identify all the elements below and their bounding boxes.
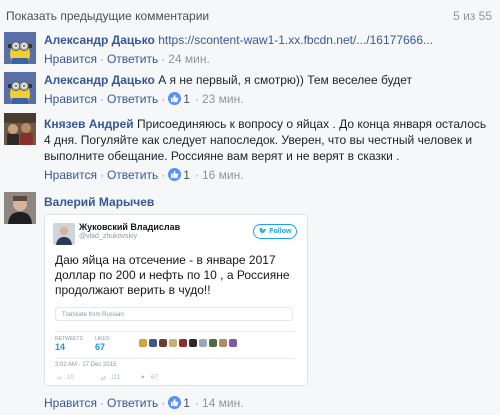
like-button[interactable]: Нравится — [44, 396, 97, 410]
liker-avatar — [209, 339, 217, 347]
bird-icon: 🐦 — [258, 228, 268, 235]
comment-counter: 5 из 55 — [453, 9, 492, 23]
tweet-author-name: Жуковский Владислав — [79, 222, 181, 232]
show-previous-comments-link[interactable]: Показать предыдущие комментарии — [6, 9, 209, 23]
comment-body: Валерий Марычев — [44, 194, 494, 210]
liker-avatar — [169, 339, 177, 347]
comment-author[interactable]: Александр Дацько — [44, 73, 155, 87]
tweet-text: Даю яйца на отсечение - в январе 2017 до… — [55, 253, 290, 297]
tweet-avatar — [53, 223, 75, 245]
liker-avatar — [229, 339, 237, 347]
embedded-tweet-image[interactable]: Жуковский Владислав @vlad_zhukovskiy 🐦 F… — [44, 214, 308, 386]
thumbs-up-icon — [168, 396, 182, 409]
heart-icon: ♥ — [141, 375, 145, 381]
comment-actions: Нравится · Ответить · 24 мин. — [44, 52, 210, 66]
comment-body: Александр Дацько А я не первый, я смотрю… — [44, 72, 494, 88]
comment-actions: Нравится · Ответить · 1 · 23 мин. — [44, 92, 244, 106]
thumbs-up-icon — [168, 92, 182, 105]
like-count[interactable]: 1 — [183, 396, 190, 410]
tweet-reply-count: 10 — [67, 375, 74, 381]
reply-button[interactable]: Ответить — [107, 52, 158, 66]
retweet-icon: ⇄ — [101, 376, 107, 382]
reply-icon: ↩ — [57, 376, 63, 382]
reply-button[interactable]: Ответить — [107, 92, 158, 106]
comment-time[interactable]: 24 мин. — [168, 52, 210, 66]
tweet-retweet-count: 111 — [111, 375, 121, 381]
comment-author[interactable]: Валерий Марычев — [44, 195, 154, 209]
reply-button[interactable]: Ответить — [107, 168, 158, 182]
comment-time[interactable]: 14 мин. — [202, 396, 244, 410]
comment-author[interactable]: Князев Андрей — [44, 117, 134, 131]
avatar[interactable] — [4, 192, 36, 224]
comment-text: А я не первый, я смотрю)) Тем веселее бу… — [158, 73, 412, 87]
comment-time[interactable]: 23 мин. — [202, 92, 244, 106]
tweet-date: 3:02 AM - 17 Dec 2015 — [55, 362, 117, 368]
avatar[interactable] — [4, 113, 36, 145]
like-button[interactable]: Нравится — [44, 92, 97, 106]
liker-avatar — [149, 339, 157, 347]
tweet-retweets-count: 14 — [55, 342, 66, 352]
like-button[interactable]: Нравится — [44, 52, 97, 66]
liker-avatar — [219, 339, 227, 347]
comment-link[interactable]: https://scontent-waw1-1.xx.fbcdn.net/...… — [158, 33, 433, 47]
liker-avatar — [179, 339, 187, 347]
avatar[interactable] — [4, 72, 36, 104]
tweet-like-count: 67 — [151, 375, 158, 381]
tweet-stats: RETWEETS 14 LIKES 67 — [55, 331, 295, 359]
comment-actions: Нравится · Ответить · 1 · 16 мин. — [44, 168, 244, 182]
comment-author[interactable]: Александр Дацько — [44, 33, 155, 47]
tweet-follow-button: 🐦 Follow — [253, 224, 297, 239]
like-button[interactable]: Нравится — [44, 168, 97, 182]
tweet-likes-count: 67 — [95, 342, 106, 352]
comment-actions: Нравится · Ответить · 1 · 14 мин. — [44, 396, 244, 410]
comment-time[interactable]: 16 мин. — [202, 168, 244, 182]
thumbs-up-icon — [168, 168, 182, 181]
avatar[interactable] — [4, 32, 36, 64]
liker-avatar — [139, 339, 147, 347]
comment-body: Александр Дацько https://scontent-waw1-1… — [44, 32, 494, 48]
liker-avatar — [199, 339, 207, 347]
reply-button[interactable]: Ответить — [107, 396, 158, 410]
tweet-author-handle: @vlad_zhukovskiy — [79, 233, 138, 240]
tweet-translate: Translate from Russian — [55, 307, 293, 321]
like-count[interactable]: 1 — [183, 168, 190, 182]
comment-body: Князев Андрей Присоединяюсь к вопросу о … — [44, 116, 494, 164]
comments-header: Показать предыдущие комментарии 5 из 55 — [0, 0, 500, 32]
liker-avatar — [159, 339, 167, 347]
liker-avatar — [189, 339, 197, 347]
like-count[interactable]: 1 — [183, 92, 190, 106]
